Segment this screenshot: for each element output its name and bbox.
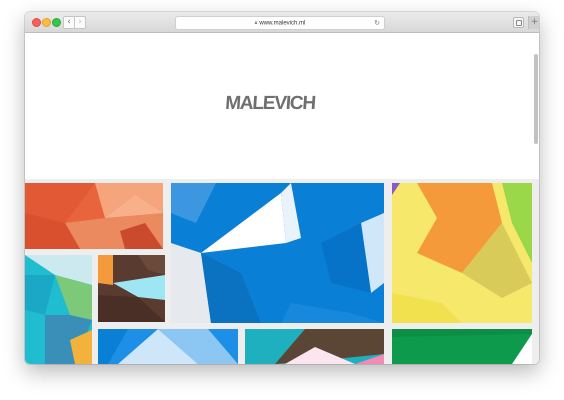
gallery-tile[interactable]	[392, 329, 532, 364]
reload-icon[interactable]: ↻	[374, 17, 380, 29]
minimize-window-button[interactable]	[42, 18, 51, 27]
tabs-overview-icon[interactable]	[513, 17, 524, 28]
address-bar[interactable]: 🔒︎ www.malevich.ml ↻	[175, 16, 385, 30]
site-header: MALEVICH	[25, 33, 539, 179]
artwork-image	[98, 329, 238, 364]
page-scrollbar[interactable]	[534, 54, 538, 144]
artwork-image	[245, 329, 384, 364]
url-text: www.malevich.ml	[259, 20, 306, 27]
browser-window: ‹ › 🔒︎ www.malevich.ml ↻ + MALEVICH	[25, 12, 539, 364]
zoom-window-button[interactable]	[52, 18, 61, 27]
artwork-image	[392, 329, 532, 364]
lock-icon: 🔒︎	[254, 20, 258, 26]
gallery-tile[interactable]	[25, 255, 92, 364]
gallery-tile[interactable]	[171, 183, 384, 323]
browser-toolbar: ‹ › 🔒︎ www.malevich.ml ↻ +	[25, 12, 539, 33]
gallery-tile[interactable]	[392, 183, 532, 323]
gallery-tile[interactable]	[245, 329, 384, 364]
artwork-image	[171, 183, 384, 323]
gallery-tile[interactable]	[98, 255, 165, 322]
chevron-right-icon[interactable]: ›	[74, 16, 86, 29]
artwork-image	[98, 255, 165, 322]
artwork-gallery	[25, 179, 539, 364]
gallery-tile[interactable]	[25, 183, 163, 249]
gallery-tile[interactable]	[98, 329, 238, 364]
close-window-button[interactable]	[32, 18, 41, 27]
site-logo[interactable]: MALEVICH	[214, 93, 326, 115]
plus-icon[interactable]: +	[528, 16, 539, 29]
web-page: MALEVICH	[25, 33, 539, 364]
artwork-image	[392, 183, 532, 323]
artwork-image	[25, 183, 163, 249]
artwork-image	[25, 255, 92, 364]
